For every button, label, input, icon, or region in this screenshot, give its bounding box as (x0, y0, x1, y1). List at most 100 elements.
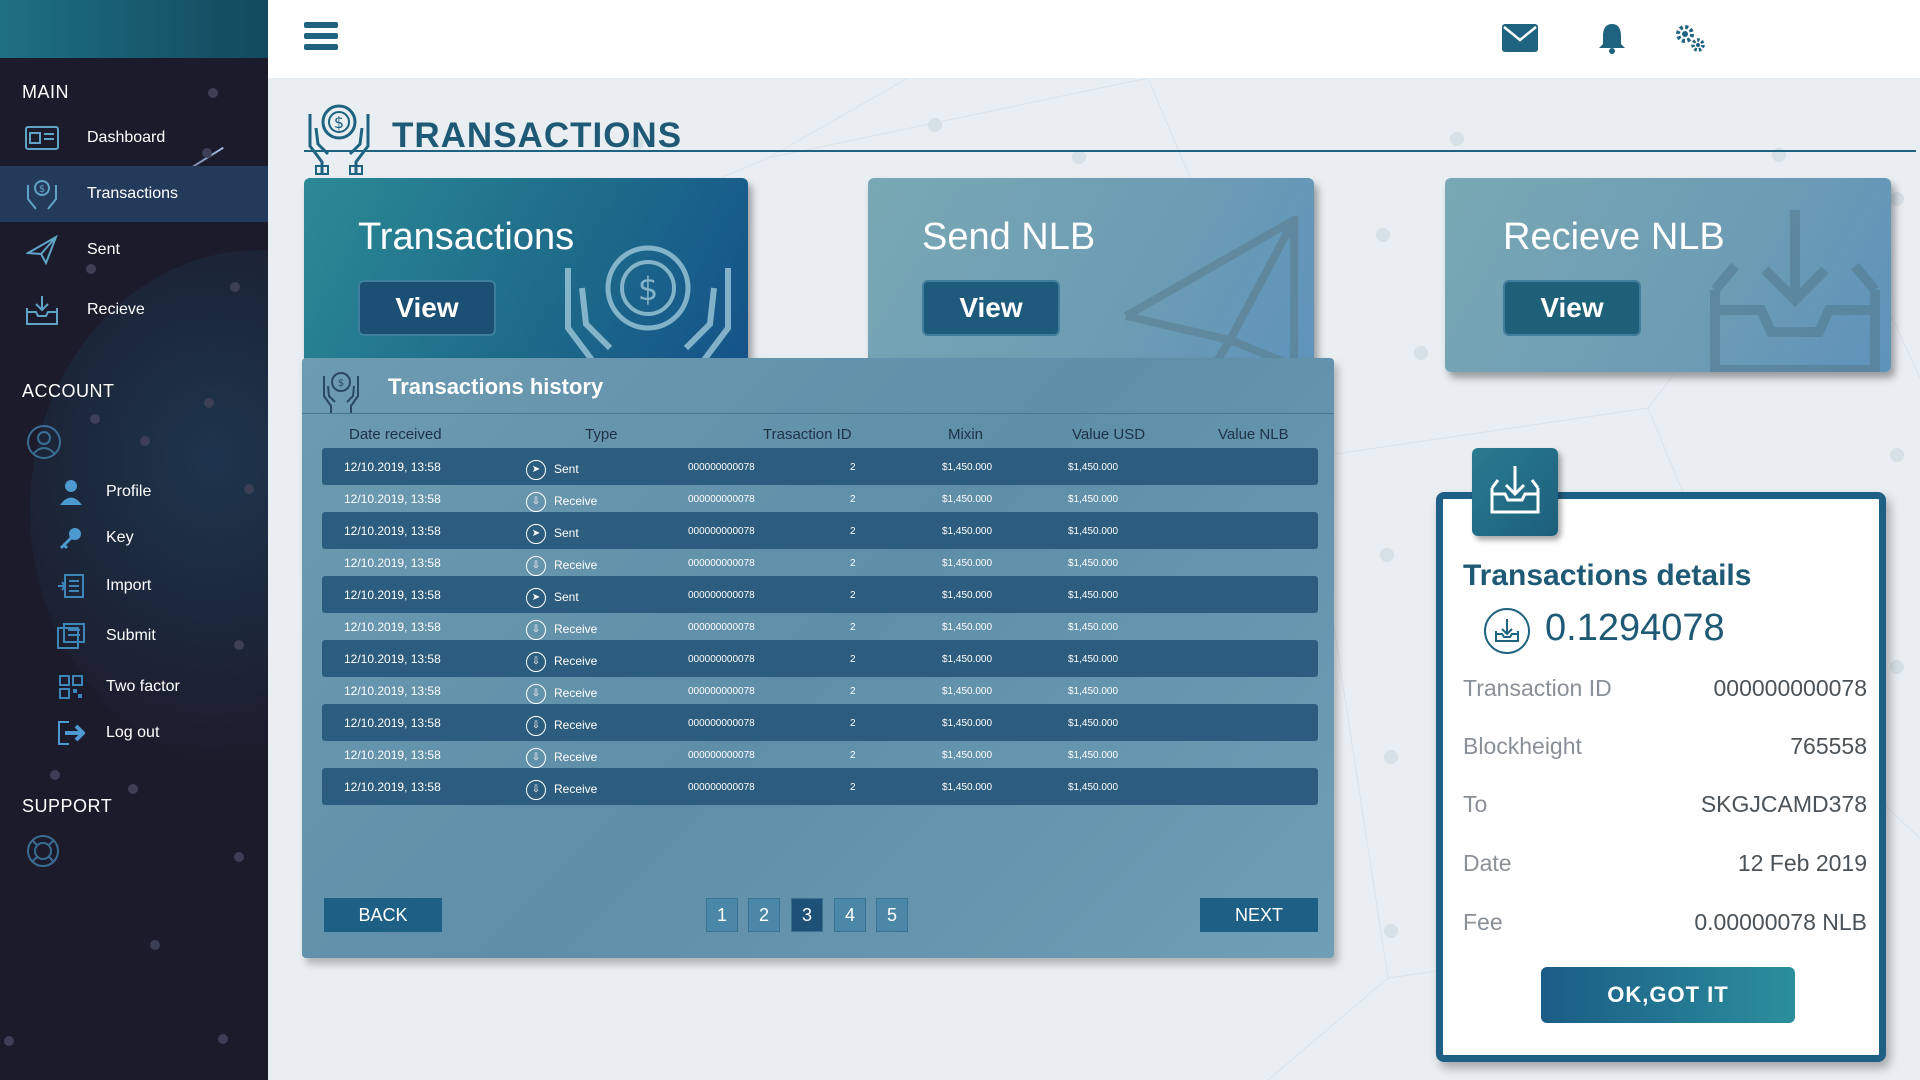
top-bar (268, 0, 1920, 78)
detail-label: To (1463, 791, 1488, 817)
transactions-view-button[interactable]: View (358, 280, 496, 336)
cell-value-nlb: $1,450.000 (1068, 526, 1119, 537)
money-hands-icon: $ (558, 238, 738, 372)
page-button-4[interactable]: 4 (834, 898, 866, 932)
sidebar-item-sent[interactable]: Sent (0, 222, 268, 278)
section-title-main: MAIN (22, 82, 69, 102)
sent-plane-icon: ➤ (526, 460, 546, 480)
receive-inbox-icon: ⇩ (526, 684, 546, 704)
cell-mixin: 2 (850, 718, 856, 729)
sidebar-item-label: Key (106, 529, 134, 546)
sent-plane-icon: ➤ (526, 524, 546, 544)
page-button-1[interactable]: 1 (706, 898, 738, 932)
transactions-history-icon: $ (320, 368, 362, 414)
cell-date: 12/10.2019, 13:58 (344, 620, 441, 634)
import-icon (56, 571, 86, 601)
decor-dot (234, 852, 244, 862)
receive-inbox-icon: ⇩ (526, 652, 546, 672)
cell-type: ➤ Sent (526, 524, 579, 544)
sidebar-item-import[interactable]: Import (50, 566, 268, 606)
cell-value-usd: $1,450.000 (942, 750, 993, 761)
cell-mixin: 2 (850, 750, 856, 761)
cell-type-label: Sent (554, 462, 579, 477)
cell-value-usd: $1,450.000 (942, 654, 993, 665)
cell-type-label: Receive (554, 558, 598, 573)
detail-value: 765558 (1790, 733, 1867, 759)
page-button-3[interactable]: 3 (791, 898, 823, 932)
recieve-nlb-view-button[interactable]: View (1503, 280, 1641, 336)
column-header-value-usd: Value USD (1072, 426, 1146, 443)
sent-plane-icon: ➤ (526, 588, 546, 608)
transaction-details-panel: Transactions details 0.1294078 Transacti… (1436, 492, 1886, 1062)
cell-mixin: 2 (850, 654, 856, 665)
cell-value-nlb: $1,450.000 (1068, 462, 1119, 473)
mail-icon[interactable] (1500, 18, 1540, 58)
cell-type: ⇩ Receive (526, 620, 597, 640)
bell-icon[interactable] (1592, 18, 1632, 58)
cell-date: 12/10.2019, 13:58 (344, 652, 441, 666)
cell-value-nlb: $1,450.000 (1068, 686, 1119, 697)
key-icon (56, 523, 86, 553)
back-button[interactable]: BACK (324, 898, 442, 932)
svg-text:$: $ (638, 270, 658, 308)
decor-dot (1890, 448, 1904, 462)
sidebar-item-label: Dashboard (87, 129, 166, 146)
cell-value-usd: $1,450.000 (942, 782, 993, 793)
cell-transaction-id: 000000000078 (688, 654, 755, 665)
cell-transaction-id: 000000000078 (688, 718, 755, 729)
sidebar-item-label: Profile (106, 483, 152, 500)
decor-dot (218, 1034, 228, 1044)
ok-got-it-button[interactable]: OK,GOT IT (1541, 967, 1795, 1023)
receive-amount-icon (1483, 607, 1531, 655)
cell-value-nlb: $1,450.000 (1068, 590, 1119, 601)
decor-dot (90, 414, 100, 424)
send-nlb-view-button[interactable]: View (922, 280, 1060, 336)
sidebar-item-label: Submit (106, 627, 156, 644)
sidebar-item-key[interactable]: Key (50, 518, 268, 558)
detail-value: 12 Feb 2019 (1737, 850, 1867, 876)
next-button[interactable]: NEXT (1200, 898, 1318, 932)
cell-value-usd: $1,450.000 (942, 590, 993, 601)
paper-plane-icon (24, 232, 60, 268)
sidebar-item-dashboard[interactable]: Dashboard (0, 110, 268, 166)
cell-type-label: Receive (554, 782, 598, 797)
table-row[interactable]: 12/10.2019, 13:58 ⇩ Receive 000000000078 2 $1… (322, 768, 1318, 805)
support-lifebuoy-icon[interactable] (26, 834, 60, 868)
sidebar-item-recieve[interactable]: Recieve (0, 282, 268, 338)
decor-dot (1384, 750, 1398, 764)
decor-dot (1890, 192, 1904, 206)
column-header-date: Date received (349, 426, 442, 443)
account-user-circle-icon[interactable] (26, 424, 62, 460)
cell-date: 12/10.2019, 13:58 (344, 748, 441, 762)
sidebar-item-profile[interactable]: Profile (50, 472, 268, 512)
card-title: Send NLB (922, 216, 1096, 258)
cell-type: ➤ Sent (526, 588, 579, 608)
sidebar-item-log-out[interactable]: Log out (50, 713, 268, 753)
receive-inbox-icon: ⇩ (526, 780, 546, 800)
sidebar-header (0, 0, 268, 58)
history-title: Transactions history (388, 374, 604, 399)
sidebar-item-two-factor[interactable]: Two factor (50, 667, 268, 707)
sidebar-item-transactions[interactable]: $ Transactions (0, 166, 268, 222)
cell-transaction-id: 000000000078 (688, 782, 755, 793)
column-header-value-nlb: Value NLB (1218, 426, 1289, 443)
page-button-2[interactable]: 2 (748, 898, 780, 932)
hamburger-menu-icon[interactable] (304, 22, 338, 54)
details-amount: 0.1294078 (1545, 607, 1725, 649)
decor-dot (140, 436, 150, 446)
cell-mixin: 2 (850, 622, 856, 633)
submit-icon (56, 621, 86, 651)
page-button-5[interactable]: 5 (876, 898, 908, 932)
cell-value-usd: $1,450.000 (942, 622, 993, 633)
cell-value-nlb: $1,450.000 (1068, 654, 1119, 665)
receive-inbox-icon: ⇩ (526, 716, 546, 736)
svg-text:$: $ (39, 184, 45, 195)
cell-date: 12/10.2019, 13:58 (344, 716, 441, 730)
settings-gears-icon[interactable] (1670, 18, 1710, 58)
cell-type: ⇩ Receive (526, 492, 597, 512)
cell-mixin: 2 (850, 558, 856, 569)
sidebar-item-submit[interactable]: Submit (50, 616, 268, 656)
qr-code-icon (56, 672, 86, 702)
details-title: Transactions details (1463, 559, 1752, 592)
column-header-mixin: Mixin (948, 426, 984, 443)
